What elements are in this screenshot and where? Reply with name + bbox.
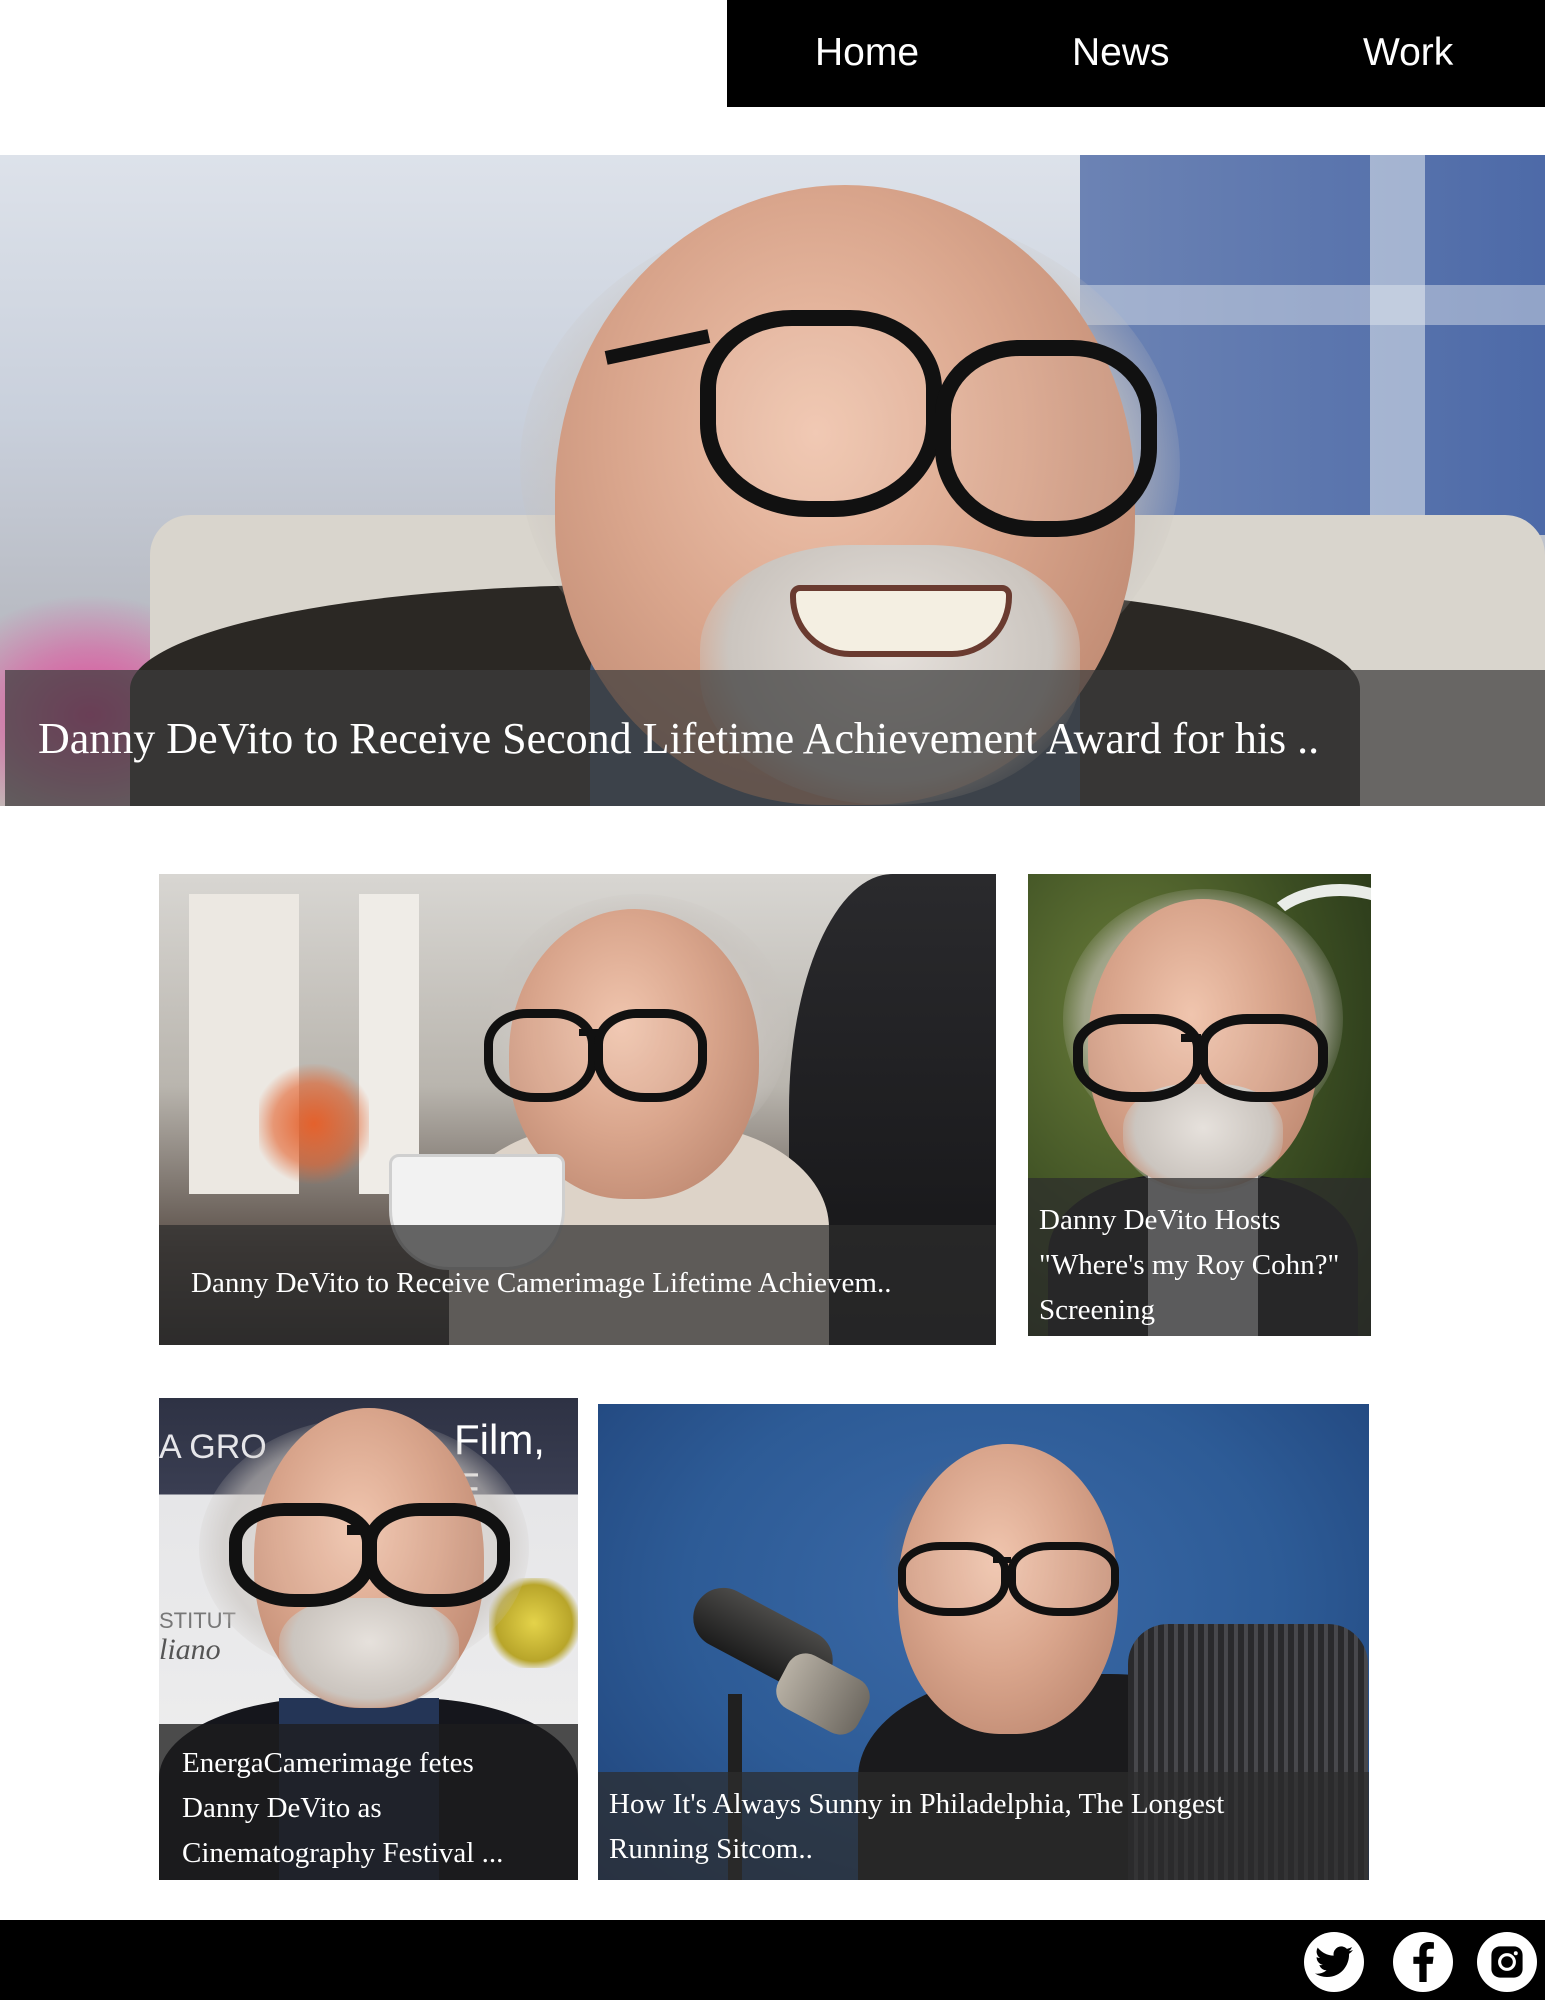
- article-card[interactable]: A GRO Film, F STITUT liano EnergaCamerim…: [159, 1398, 578, 1880]
- article-title-line[interactable]: "Where's my Roy Cohn?": [1039, 1243, 1339, 1288]
- article-title-line[interactable]: Danny DeVito Hosts: [1039, 1198, 1281, 1243]
- footer: [0, 1920, 1545, 2000]
- facebook-link[interactable]: [1393, 1932, 1453, 1992]
- nav-work-link[interactable]: Work: [1363, 28, 1453, 78]
- instagram-link[interactable]: [1477, 1932, 1537, 1992]
- nav-news-link[interactable]: News: [1072, 28, 1170, 78]
- article-card[interactable]: Danny DeVito to Receive Camerimage Lifet…: [159, 874, 996, 1345]
- facebook-icon: [1413, 1942, 1434, 1982]
- article-card[interactable]: How It's Always Sunny in Philadelphia, T…: [598, 1404, 1369, 1880]
- twitter-icon: [1315, 1946, 1353, 1978]
- article-title-line[interactable]: How It's Always Sunny in Philadelphia, T…: [609, 1782, 1224, 1827]
- hero-caption-text[interactable]: Danny DeVito to Receive Second Lifetime …: [38, 712, 1319, 766]
- top-nav: Home News Work: [727, 0, 1545, 107]
- backdrop-text: liano: [159, 1633, 221, 1666]
- twitter-link[interactable]: [1304, 1932, 1364, 1992]
- article-title-line[interactable]: Cinematography Festival ...: [182, 1831, 503, 1876]
- article-caption: Danny DeVito Hosts "Where's my Roy Cohn?…: [1028, 1178, 1371, 1336]
- article-title-line[interactable]: Screening: [1039, 1288, 1155, 1333]
- article-caption: Danny DeVito to Receive Camerimage Lifet…: [159, 1225, 996, 1345]
- article-card[interactable]: Danny DeVito Hosts "Where's my Roy Cohn?…: [1028, 874, 1371, 1336]
- article-caption: EnergaCamerimage fetes Danny DeVito as C…: [159, 1724, 578, 1880]
- article-title[interactable]: Danny DeVito to Receive Camerimage Lifet…: [191, 1265, 891, 1301]
- instagram-icon: [1491, 1946, 1523, 1978]
- hero-article[interactable]: Danny DeVito to Receive Second Lifetime …: [0, 155, 1545, 806]
- article-title-line[interactable]: Running Sitcom..: [609, 1827, 813, 1872]
- hero-caption: Danny DeVito to Receive Second Lifetime …: [5, 670, 1545, 806]
- article-caption: How It's Always Sunny in Philadelphia, T…: [598, 1772, 1369, 1880]
- nav-home-link[interactable]: Home: [815, 28, 919, 78]
- article-title-line[interactable]: EnergaCamerimage fetes: [182, 1741, 474, 1786]
- article-title-line[interactable]: Danny DeVito as: [182, 1786, 382, 1831]
